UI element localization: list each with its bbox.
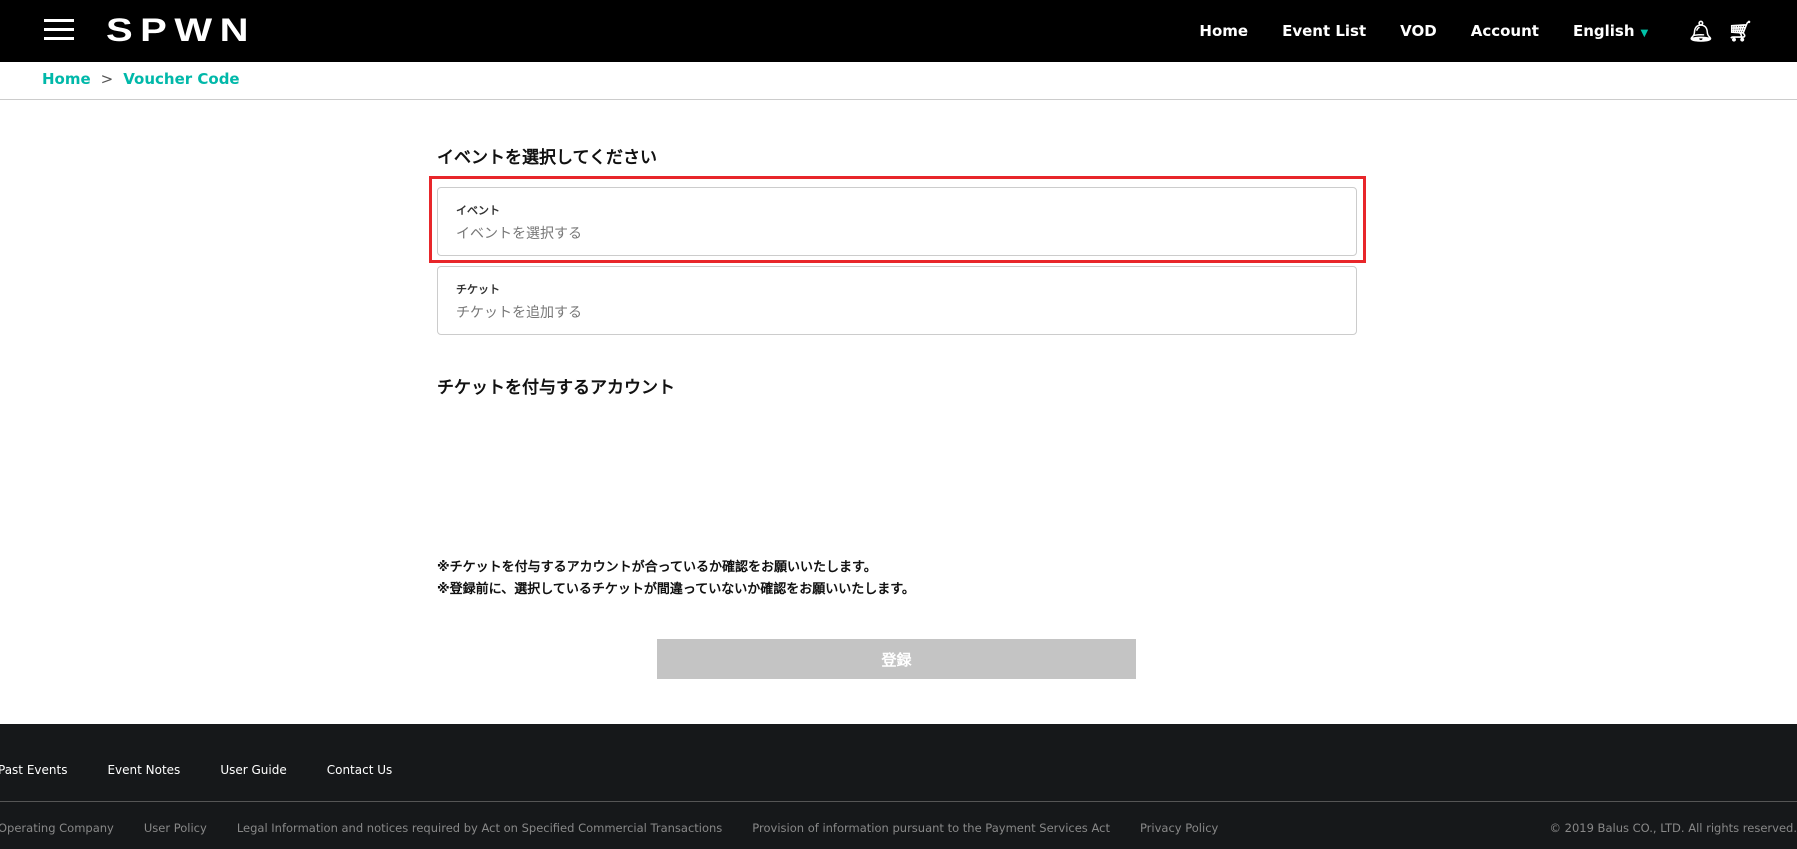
top-nav: Home Event List VOD Account English ▼ 🔔︎ … bbox=[1199, 0, 1797, 62]
ticket-placeholder: チケットを追加する bbox=[456, 305, 582, 321]
event-placeholder: イベントを選択する bbox=[456, 226, 582, 242]
nav-account[interactable]: Account bbox=[1471, 22, 1539, 40]
footer-link[interactable]: User Guide bbox=[220, 763, 286, 777]
register-button[interactable]: 登録 bbox=[657, 639, 1136, 679]
logo[interactable]: SPWN bbox=[106, 12, 256, 49]
bell-icon[interactable]: 🔔︎ bbox=[1688, 19, 1713, 43]
nav-vod[interactable]: VOD bbox=[1400, 22, 1437, 40]
menu-icon[interactable] bbox=[44, 19, 74, 41]
cart-icon[interactable]: 🛒︎ bbox=[1728, 19, 1753, 43]
language-label: English bbox=[1572, 22, 1635, 40]
language-select[interactable]: English ▼ bbox=[1573, 22, 1648, 40]
breadcrumb: Home > Voucher Code bbox=[42, 70, 240, 88]
note: ※登録前に、選択しているチケットが間違っていないか確認をお願いいたします。 bbox=[437, 582, 915, 597]
event-label: イベント bbox=[456, 204, 500, 217]
legal-link[interactable]: Legal Information and notices required b… bbox=[237, 821, 722, 835]
breadcrumb-separator: > bbox=[100, 70, 114, 88]
footer-link[interactable]: Contact Us bbox=[327, 763, 393, 777]
nav-event-list[interactable]: Event List bbox=[1282, 22, 1366, 40]
legal-link[interactable]: User Policy bbox=[144, 821, 207, 835]
copyright: © 2019 Balus CO., LTD. All rights reserv… bbox=[1549, 821, 1797, 835]
note: ※チケットを付与するアカウントが合っているか確認をお願いいたします。 bbox=[437, 560, 877, 575]
notes: ※チケットを付与するアカウントが合っているか確認をお願いいたします。 ※登録前に… bbox=[437, 557, 915, 601]
footer-link[interactable]: Past Events bbox=[0, 763, 67, 777]
breadcrumb-current[interactable]: Voucher Code bbox=[123, 70, 239, 88]
ticket-select[interactable]: チケット チケットを追加する bbox=[437, 266, 1357, 335]
legal-links: Operating Company User Policy Legal Info… bbox=[0, 821, 1248, 835]
legal-link[interactable]: Operating Company bbox=[0, 821, 114, 835]
header: SPWN Home Event List VOD Account English… bbox=[0, 0, 1797, 62]
footer-divider bbox=[0, 801, 1797, 802]
footer: Past Events Event Notes User Guide Conta… bbox=[0, 724, 1797, 849]
footer-links: Past Events Event Notes User Guide Conta… bbox=[0, 763, 432, 777]
account-heading: チケットを付与するアカウント bbox=[437, 378, 675, 398]
nav-home[interactable]: Home bbox=[1199, 22, 1248, 40]
divider bbox=[0, 99, 1797, 100]
caret-down-icon: ▼ bbox=[1640, 28, 1649, 39]
legal-link[interactable]: Provision of information pursuant to the… bbox=[752, 821, 1110, 835]
select-event-heading: イベントを選択してください bbox=[437, 148, 657, 168]
breadcrumb-home[interactable]: Home bbox=[42, 70, 91, 88]
event-select[interactable]: イベント イベントを選択する bbox=[437, 187, 1357, 256]
legal-link[interactable]: Privacy Policy bbox=[1140, 821, 1218, 835]
footer-link[interactable]: Event Notes bbox=[107, 763, 180, 777]
ticket-label: チケット bbox=[456, 283, 500, 296]
